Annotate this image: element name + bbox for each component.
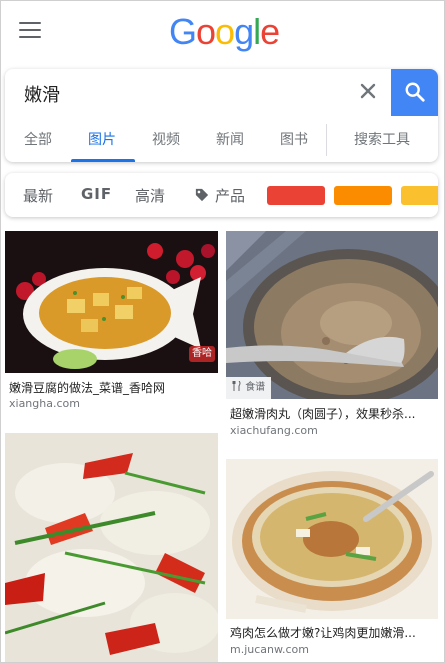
result-domain[interactable]: xiangha.com: [9, 397, 80, 410]
google-logo[interactable]: Google: [169, 11, 280, 53]
search-input[interactable]: 嫩滑: [24, 81, 60, 107]
tab-bar: 全部 图片 视频 新闻 图书 搜索工具: [5, 116, 438, 162]
result-image[interactable]: 香哈: [5, 231, 218, 373]
active-tab-indicator: [71, 159, 135, 162]
result-card[interactable]: 食谱 超嫩滑肉丸（肉圆子），效果秒杀... xiachufang.com: [226, 231, 438, 441]
hamburger-menu-icon[interactable]: [19, 22, 41, 38]
result-image[interactable]: 食谱: [226, 231, 438, 399]
page: Google 嫩滑 全部 图片 视频 新闻 图书 搜索工具 最新 GIF 高清 …: [0, 0, 445, 663]
logo-letter: o: [196, 11, 216, 52]
logo-letter: o: [215, 11, 235, 52]
tab-books[interactable]: 图书: [280, 129, 308, 149]
color-swatch-orange[interactable]: [334, 186, 392, 205]
filter-chips: 最新 GIF 高清 产品: [5, 173, 438, 217]
result-card[interactable]: [5, 433, 218, 662]
chip-hd[interactable]: 高清: [135, 185, 165, 206]
tab-divider: [326, 124, 327, 156]
result-domain[interactable]: m.jucanw.com: [230, 643, 309, 656]
result-image[interactable]: [226, 459, 438, 619]
logo-letter: e: [260, 11, 280, 52]
tab-search-tools[interactable]: 搜索工具: [354, 129, 410, 149]
result-card[interactable]: 香哈 嫩滑豆腐的做法_菜谱_香哈网 xiangha.com: [5, 231, 218, 414]
result-title[interactable]: 嫩滑豆腐的做法_菜谱_香哈网: [9, 379, 215, 396]
result-image[interactable]: [5, 433, 218, 662]
recipe-badge: 食谱: [226, 377, 272, 399]
search-button[interactable]: [391, 69, 438, 116]
chip-gif[interactable]: GIF: [81, 185, 112, 203]
chip-latest[interactable]: 最新: [23, 185, 53, 206]
result-domain[interactable]: xiachufang.com: [230, 424, 318, 437]
clear-icon[interactable]: [356, 79, 380, 103]
logo-letter: G: [169, 11, 197, 52]
result-title[interactable]: 超嫩滑肉丸（肉圆子），效果秒杀...: [230, 405, 436, 422]
tab-videos[interactable]: 视频: [152, 129, 180, 149]
search-row: 嫩滑: [5, 69, 438, 116]
tab-news[interactable]: 新闻: [216, 129, 244, 149]
result-title[interactable]: 鸡肉怎么做才嫩?让鸡肉更加嫩滑...: [230, 624, 436, 641]
tab-images[interactable]: 图片: [88, 129, 116, 149]
search-card: 嫩滑 全部 图片 视频 新闻 图书 搜索工具: [5, 69, 438, 162]
color-swatch-red[interactable]: [267, 186, 325, 205]
tag-icon: [195, 188, 209, 202]
fork-knife-icon: [232, 380, 241, 391]
logo-letter: g: [234, 11, 254, 52]
source-badge: 香哈: [189, 346, 215, 362]
search-icon: [405, 82, 425, 102]
top-bar: Google: [1, 1, 444, 67]
chip-product[interactable]: 产品: [215, 185, 245, 206]
tab-all[interactable]: 全部: [24, 129, 52, 149]
result-card[interactable]: 鸡肉怎么做才嫩?让鸡肉更加嫩滑... m.jucanw.com: [226, 459, 438, 662]
recipe-badge-label: 食谱: [245, 382, 266, 393]
color-swatch-yellow[interactable]: [401, 186, 438, 205]
